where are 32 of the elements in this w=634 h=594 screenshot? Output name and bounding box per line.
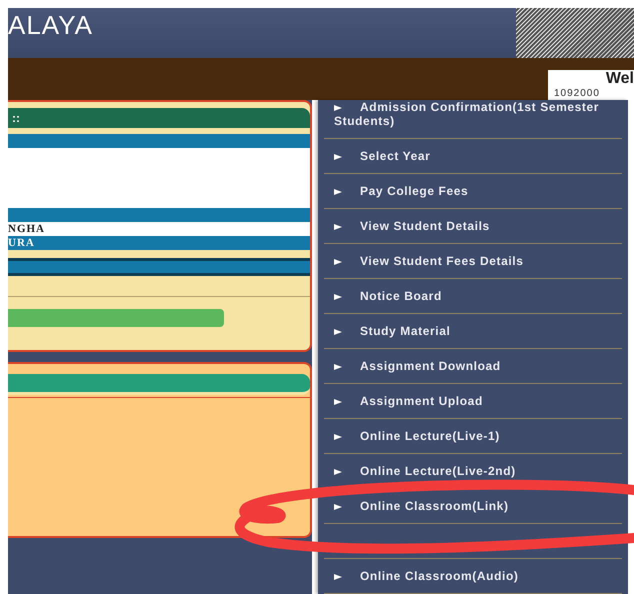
menu-item[interactable]: Assignment Upload: [324, 384, 622, 419]
menu-item[interactable]: Select Year: [324, 139, 622, 174]
triangle-icon: [334, 188, 342, 196]
menu-item[interactable]: View Student Fees Details: [324, 244, 622, 279]
menu-item[interactable]: Notice Board: [324, 279, 622, 314]
triangle-icon: [334, 572, 342, 581]
triangle-icon: [334, 222, 342, 231]
student-info-text: URA: [8, 236, 310, 250]
menu-item[interactable]: Online Lecture(Live-1): [324, 419, 622, 454]
triangle-icon: [334, 502, 342, 511]
card-header: ::: [8, 108, 310, 128]
menu-item[interactable]: Online Classroom(Link): [324, 489, 622, 524]
menu-item[interactable]: Assignment Download: [324, 349, 622, 384]
welcome-heading: Wel: [604, 70, 634, 88]
triangle-icon: [334, 152, 342, 161]
triangle-icon: [334, 104, 342, 112]
menu-item[interactable]: Online Classroom(Audio): [324, 559, 622, 594]
menu-item[interactable]: Admission Confirmation(1st Semester Students): [324, 100, 622, 139]
triangle-icon: [334, 468, 342, 476]
site-title: ALAYA: [8, 9, 93, 42]
triangle-icon: [334, 258, 342, 266]
triangle-icon: [334, 362, 342, 371]
student-info-text: NGHA: [8, 222, 310, 236]
menu-item[interactable]: View Student Details: [324, 209, 622, 244]
student-id: 1092000: [554, 88, 601, 100]
menu-item[interactable]: Pay College Fees: [324, 174, 622, 209]
menu-item[interactable]: Online Lecture(Live-2nd): [324, 454, 622, 489]
triangle-icon: [334, 328, 342, 336]
menu-item[interactable]: Study Material: [324, 314, 622, 349]
triangle-icon: [334, 292, 342, 301]
triangle-icon: [334, 432, 342, 441]
triangle-icon: [334, 398, 342, 406]
